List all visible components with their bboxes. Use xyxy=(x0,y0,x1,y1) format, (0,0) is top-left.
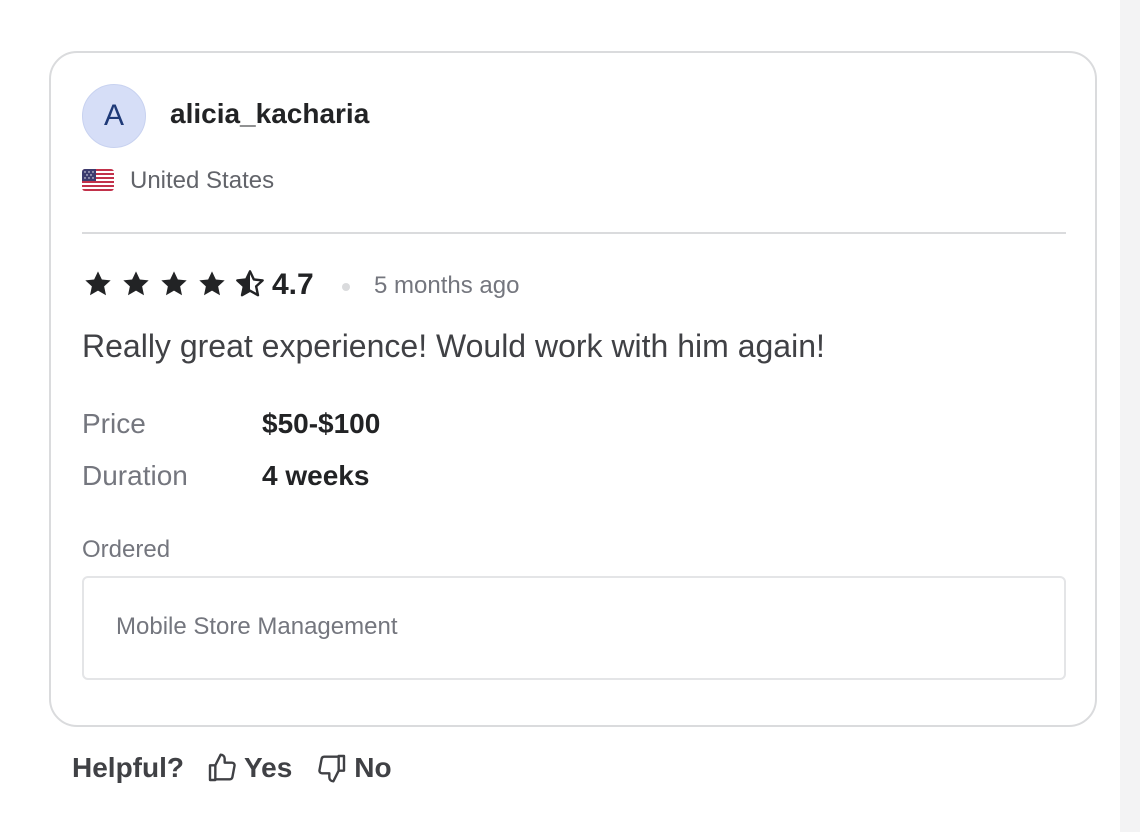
review-page: A alicia_kacharia United States 4.7 5 mo… xyxy=(0,0,1140,832)
separator-dot xyxy=(342,283,350,291)
scrollbar-track[interactable] xyxy=(1120,0,1140,832)
duration-value: 4 weeks xyxy=(262,460,370,491)
reviewer-country: United States xyxy=(130,167,275,194)
review-time: 5 months ago xyxy=(374,272,520,299)
review-text: Really great experience! Would work with… xyxy=(82,328,825,364)
us-flag-icon xyxy=(82,169,114,191)
star-half-icon xyxy=(236,270,264,297)
ordered-item-title[interactable]: Mobile Store Management xyxy=(116,613,397,641)
thumbs-up-icon xyxy=(208,753,236,782)
duration-label: Duration xyxy=(82,460,188,491)
price-value: $50-$100 xyxy=(262,408,381,439)
divider xyxy=(82,232,1066,234)
avatar-initial: A xyxy=(103,99,124,132)
price-label: Price xyxy=(82,408,146,439)
helpful-no-button[interactable]: No xyxy=(316,752,392,784)
ordered-label: Ordered xyxy=(82,536,171,563)
star-full-icon xyxy=(123,271,149,296)
star-full-icon xyxy=(85,271,111,296)
star-full-icon xyxy=(161,271,187,296)
star-full-icon xyxy=(199,271,225,296)
reviewer-username[interactable]: alicia_kacharia xyxy=(170,98,369,130)
helpful-yes-button[interactable]: Yes xyxy=(206,752,292,784)
thumbs-down-icon xyxy=(318,754,346,783)
helpful-no-label: No xyxy=(354,752,392,783)
avatar[interactable]: A xyxy=(82,84,146,148)
helpful-row: Helpful? Yes No xyxy=(72,748,416,788)
star-rating xyxy=(82,268,266,300)
helpful-label: Helpful? xyxy=(72,752,184,783)
helpful-yes-label: Yes xyxy=(244,752,293,783)
rating-value: 4.7 xyxy=(272,268,314,301)
